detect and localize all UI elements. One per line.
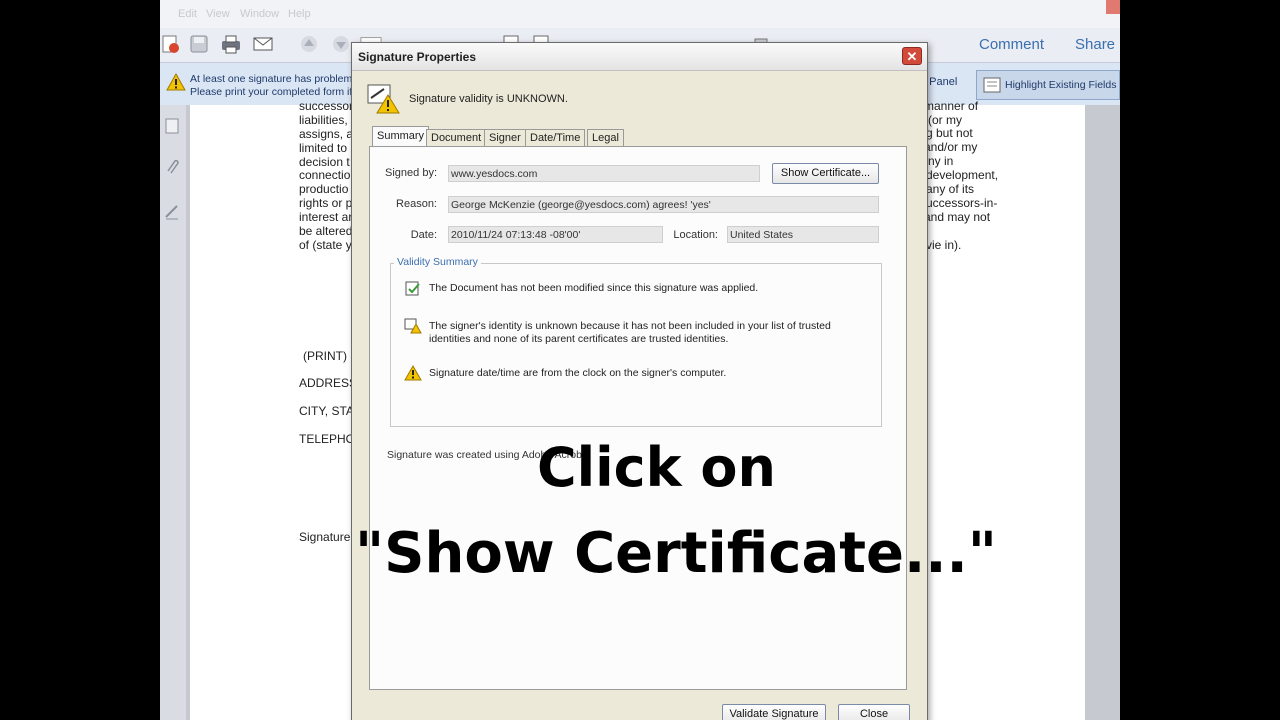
summary-panel: Signed by: www.yesdocs.com Show Certific… <box>369 146 907 690</box>
validate-signature-button[interactable]: Validate Signature <box>722 704 826 720</box>
telephone-label: TELEPHO <box>299 432 356 446</box>
doc-text-line: and may not <box>924 210 991 224</box>
tab-date-time[interactable]: Date/Time <box>525 129 586 146</box>
doc-text-line: productio <box>299 182 349 196</box>
validity-status: Signature validity is UNKNOWN. <box>409 93 568 105</box>
doc-check-icon <box>404 281 422 302</box>
signed-by-field[interactable]: www.yesdocs.com <box>448 165 760 182</box>
doc-text-line: (or my <box>928 113 962 127</box>
notification-line-1: At least one signature has problems. <box>190 73 361 85</box>
next-page-icon[interactable] <box>330 34 352 54</box>
previous-page-icon[interactable] <box>298 34 320 54</box>
doc-text-line: decision t <box>299 155 350 169</box>
show-certificate-button[interactable]: Show Certificate... <box>772 163 879 184</box>
validity-item-3: Signature date/time are from the clock o… <box>429 367 727 379</box>
attachments-icon[interactable] <box>164 157 180 180</box>
dialog-title: Signature Properties <box>358 50 477 64</box>
validity-summary-title: Validity Summary <box>394 256 481 268</box>
doc-text-line: vie in). <box>926 238 962 252</box>
email-icon[interactable] <box>252 34 274 54</box>
validity-item-2-line1: The signer's identity is unknown because… <box>429 320 831 332</box>
create-icon[interactable] <box>160 34 182 54</box>
tab-document[interactable]: Document <box>426 129 487 146</box>
address-label: ADDRESS <box>299 376 358 390</box>
validity-item-2-line2: identities and none of its parent certif… <box>429 333 729 345</box>
navigation-pane <box>160 105 186 720</box>
validity-item-1: The Document has not been modified since… <box>429 282 759 294</box>
doc-text-line: any of its <box>926 182 975 196</box>
tab-legal[interactable]: Legal <box>587 129 624 146</box>
signature-properties-dialog: Signature Properties ✕ Signature validit… <box>351 42 928 720</box>
doc-text-line: ny in <box>928 154 954 168</box>
doc-text-line: uccessors-in- <box>926 196 998 210</box>
doc-text-line: development, <box>926 168 999 182</box>
highlight-fields-icon <box>983 77 1001 98</box>
menu-window[interactable]: Window <box>240 8 279 20</box>
signature-unknown-icon <box>366 83 402 120</box>
doc-text-line: rights or p <box>299 196 353 210</box>
doc-text-line: manner of <box>924 99 979 113</box>
doc-text-line: interest ar <box>299 210 353 224</box>
close-button[interactable]: Close <box>838 704 910 720</box>
menu-help[interactable]: Help <box>288 8 311 20</box>
highlight-fields-button[interactable]: Highlight Existing Fields <box>976 70 1120 100</box>
date-field[interactable]: 2010/11/24 07:13:48 -08'00' <box>448 226 663 243</box>
signature-label: Signature <box>299 530 351 544</box>
warning-icon <box>404 364 422 386</box>
pages-icon[interactable] <box>164 117 180 140</box>
comment-button[interactable]: Comment <box>979 36 1044 53</box>
doc-text-line: limited to <box>299 141 348 155</box>
date-label: Date: <box>410 229 437 241</box>
location-label: Location: <box>673 229 718 241</box>
dialog-title-bar[interactable]: Signature Properties ✕ <box>352 43 927 71</box>
signed-by-label: Signed by: <box>385 167 437 179</box>
caption-line-2: "Show Certificate..." <box>355 521 997 586</box>
doc-text-line: connectio <box>299 168 351 182</box>
reason-field[interactable]: George McKenzie (george@yesdocs.com) agr… <box>448 196 879 213</box>
signatures-icon[interactable] <box>164 203 180 226</box>
print-icon[interactable] <box>220 34 242 54</box>
menu-view[interactable]: View <box>206 8 230 20</box>
reason-label: Reason: <box>396 198 437 210</box>
doc-text-line: liabilities, <box>299 113 348 127</box>
menu-bar: Edit View Window Help <box>160 0 1120 28</box>
caption-line-1: Click on <box>537 436 776 499</box>
location-field[interactable]: United States <box>727 226 879 243</box>
doc-text-line: of (state y <box>299 238 352 252</box>
doc-text-line: and/or my <box>924 140 978 154</box>
tab-signer[interactable]: Signer <box>484 129 526 146</box>
menu-edit[interactable]: Edit <box>178 8 197 20</box>
doc-text-line: assigns, a <box>299 127 354 141</box>
city-state-label: CITY, STA <box>299 404 354 418</box>
signer-warning-icon <box>404 318 422 339</box>
warning-icon <box>166 72 186 96</box>
window-close-icon[interactable] <box>1106 0 1120 14</box>
print-name-label: (PRINT) <box>303 349 347 363</box>
tab-summary[interactable]: Summary <box>372 126 430 147</box>
save-icon[interactable] <box>188 34 210 54</box>
share-button[interactable]: Share <box>1075 36 1115 53</box>
doc-text-line: g but not <box>926 126 973 140</box>
dialog-close-icon[interactable]: ✕ <box>902 47 922 65</box>
acrobat-window: Edit View Window Help Comment Share At l… <box>160 0 1120 720</box>
validity-summary-box: The Document has not been modified since… <box>390 263 882 427</box>
doc-text-line: be altered <box>299 224 353 238</box>
highlight-fields-label: Highlight Existing Fields <box>1005 79 1117 91</box>
